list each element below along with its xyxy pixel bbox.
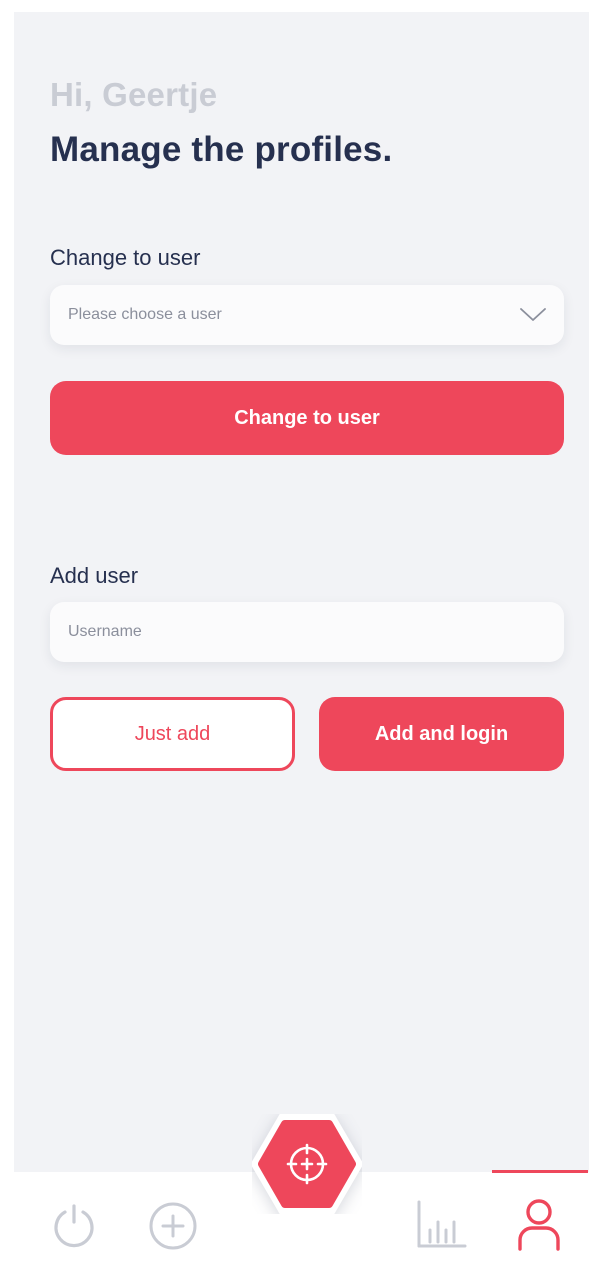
change-user-label: Change to user	[50, 245, 201, 270]
user-select[interactable]: Please choose a user	[50, 285, 564, 345]
active-tab-indicator	[492, 1170, 588, 1173]
chevron-down-icon	[520, 308, 546, 321]
page-title: Manage the profiles.	[50, 130, 393, 169]
greeting: Hi, Geertje	[50, 76, 218, 113]
user-select-value: Please choose a user	[68, 306, 222, 323]
username-input-wrapper	[50, 602, 564, 662]
power-icon[interactable]	[50, 1202, 98, 1250]
add-user-label: Add user	[50, 563, 139, 588]
bar-chart-icon[interactable]	[416, 1200, 468, 1250]
just-add-button[interactable]: Just add	[50, 697, 295, 771]
user-icon[interactable]	[516, 1198, 562, 1252]
username-input[interactable]	[68, 623, 546, 641]
add-and-login-button[interactable]: Add and login	[319, 697, 564, 771]
target-fab-button[interactable]	[252, 1114, 362, 1214]
change-user-button[interactable]: Change to user	[50, 381, 564, 455]
add-circle-icon[interactable]	[148, 1202, 198, 1250]
